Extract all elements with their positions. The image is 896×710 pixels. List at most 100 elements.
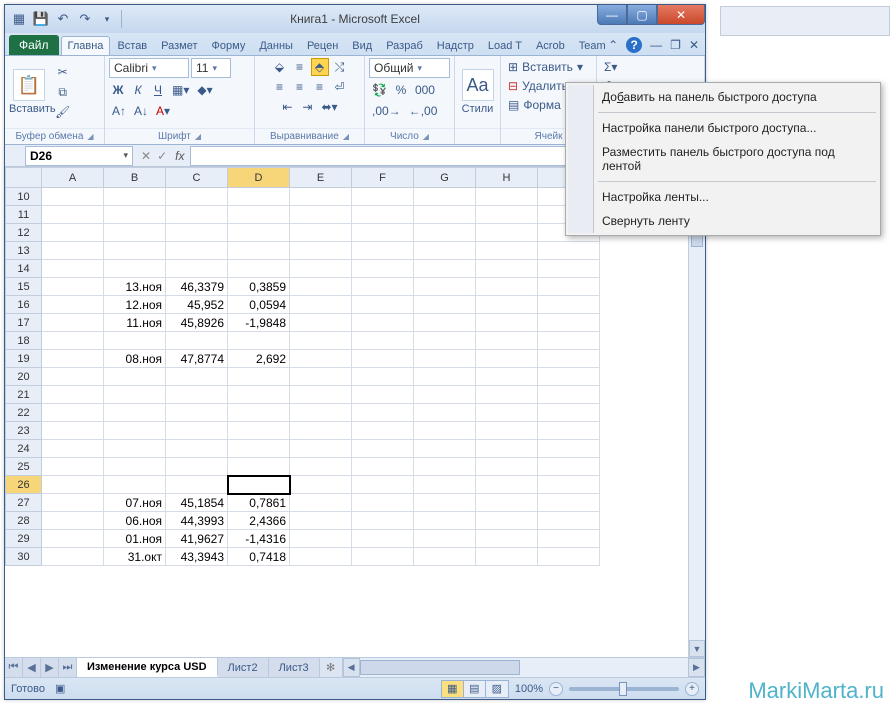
cell[interactable]: 45,1854: [166, 494, 228, 512]
align-middle-button[interactable]: ≡: [291, 58, 309, 76]
next-sheet-button[interactable]: ▶: [41, 658, 59, 677]
cell[interactable]: 45,8926: [166, 314, 228, 332]
cell[interactable]: [538, 440, 600, 458]
font-size-combo[interactable]: 11▾: [191, 58, 231, 78]
redo-icon[interactable]: ↷: [77, 11, 93, 27]
row-header[interactable]: 15: [6, 278, 42, 296]
tab-pagelayout[interactable]: Размет: [154, 36, 204, 55]
cell[interactable]: 0,7861: [228, 494, 290, 512]
cell[interactable]: [476, 206, 538, 224]
cell[interactable]: [476, 440, 538, 458]
cell[interactable]: [476, 422, 538, 440]
fx-icon[interactable]: fx: [175, 149, 190, 163]
autosum-button[interactable]: Σ▾: [601, 58, 620, 76]
cell[interactable]: [476, 224, 538, 242]
cell[interactable]: [42, 494, 104, 512]
cell[interactable]: [166, 260, 228, 278]
percent-button[interactable]: %: [392, 81, 410, 99]
cell[interactable]: [476, 314, 538, 332]
cell[interactable]: [414, 242, 476, 260]
normal-view-button[interactable]: ▦: [442, 681, 464, 697]
cell[interactable]: [538, 530, 600, 548]
cell[interactable]: [538, 296, 600, 314]
cell[interactable]: 46,3379: [166, 278, 228, 296]
cell[interactable]: [104, 224, 166, 242]
row-header[interactable]: 18: [6, 332, 42, 350]
cell[interactable]: [414, 404, 476, 422]
file-tab[interactable]: Файл: [9, 35, 59, 55]
cell[interactable]: 41,9627: [166, 530, 228, 548]
cell[interactable]: [538, 458, 600, 476]
cell[interactable]: 12.ноя: [104, 296, 166, 314]
cell[interactable]: [166, 404, 228, 422]
cell[interactable]: [476, 242, 538, 260]
column-header[interactable]: H: [476, 168, 538, 188]
cell[interactable]: -1,9848: [228, 314, 290, 332]
tab-loadtest[interactable]: Load T: [481, 36, 529, 55]
underline-button[interactable]: Ч: [149, 81, 167, 99]
cell[interactable]: [42, 332, 104, 350]
cell[interactable]: [166, 332, 228, 350]
zoom-out-button[interactable]: −: [549, 682, 563, 696]
cell[interactable]: [352, 512, 414, 530]
new-sheet-button[interactable]: ✻: [320, 658, 342, 677]
cell[interactable]: [290, 548, 352, 566]
decrease-indent-button[interactable]: ⇤: [278, 98, 296, 116]
cell[interactable]: [228, 242, 290, 260]
cell[interactable]: [538, 422, 600, 440]
zoom-thumb[interactable]: [619, 682, 627, 696]
cell[interactable]: [352, 278, 414, 296]
cell[interactable]: [42, 386, 104, 404]
cell[interactable]: [104, 458, 166, 476]
cell[interactable]: [414, 296, 476, 314]
cell[interactable]: [414, 332, 476, 350]
maximize-button[interactable]: ▢: [627, 5, 657, 25]
sheet-tab-1[interactable]: Лист2: [218, 658, 269, 677]
cell[interactable]: [228, 476, 290, 494]
cell[interactable]: [538, 404, 600, 422]
name-box-dropdown-icon[interactable]: ▾: [123, 150, 128, 161]
cell[interactable]: [538, 386, 600, 404]
cell[interactable]: [476, 296, 538, 314]
cell[interactable]: [476, 188, 538, 206]
cell[interactable]: [352, 206, 414, 224]
cell[interactable]: 45,952: [166, 296, 228, 314]
select-all-cell[interactable]: [6, 168, 42, 188]
clipboard-dialog-launcher[interactable]: ◢: [87, 132, 93, 141]
cell[interactable]: [414, 476, 476, 494]
cell[interactable]: [104, 368, 166, 386]
bold-button[interactable]: Ж: [109, 81, 127, 99]
fill-color-button[interactable]: ◆▾: [194, 81, 215, 99]
cell[interactable]: [166, 440, 228, 458]
increase-decimal-button[interactable]: ,00→: [369, 102, 404, 120]
cell[interactable]: [228, 386, 290, 404]
tab-team[interactable]: Team: [572, 36, 613, 55]
font-name-combo[interactable]: Calibri▾: [109, 58, 189, 78]
row-header[interactable]: 14: [6, 260, 42, 278]
cell[interactable]: 08.ноя: [104, 350, 166, 368]
cell[interactable]: [42, 530, 104, 548]
cell[interactable]: [166, 188, 228, 206]
cell[interactable]: [538, 476, 600, 494]
cell[interactable]: [414, 206, 476, 224]
column-header[interactable]: C: [166, 168, 228, 188]
page-break-view-button[interactable]: ▨: [486, 681, 508, 697]
cell[interactable]: [352, 458, 414, 476]
cell[interactable]: [104, 242, 166, 260]
cut-button[interactable]: ✂: [54, 63, 72, 81]
cell[interactable]: [290, 494, 352, 512]
decrease-decimal-button[interactable]: ←,00: [406, 102, 441, 120]
align-top-button[interactable]: ⬙: [271, 58, 289, 76]
cell[interactable]: [42, 350, 104, 368]
cell[interactable]: [290, 224, 352, 242]
ctx-customize-ribbon[interactable]: Настройка ленты...: [568, 185, 878, 209]
cell[interactable]: [476, 260, 538, 278]
shrink-font-button[interactable]: A↓: [131, 102, 151, 120]
cell[interactable]: [104, 188, 166, 206]
cell[interactable]: [538, 314, 600, 332]
cell[interactable]: [538, 512, 600, 530]
cell[interactable]: [476, 494, 538, 512]
cell[interactable]: [42, 476, 104, 494]
increase-indent-button[interactable]: ⇥: [298, 98, 316, 116]
comma-button[interactable]: 000: [412, 81, 438, 99]
